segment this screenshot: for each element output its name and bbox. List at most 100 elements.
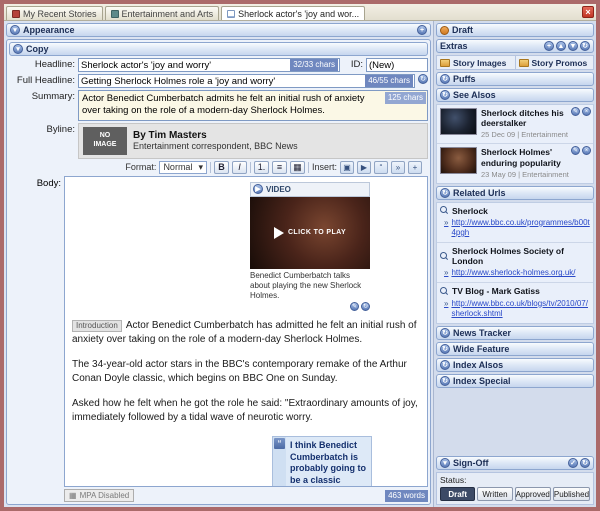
edit-icon[interactable]: ✎: [350, 302, 359, 311]
sign-off-header[interactable]: ▾ Sign-Off ✓ ↻: [436, 456, 594, 470]
list-item[interactable]: TV Blog - Mark Gatiss »http://www.bbc.co…: [437, 282, 593, 322]
status-approved-button[interactable]: Approved: [515, 487, 551, 501]
refresh-icon[interactable]: ↻: [418, 74, 428, 84]
status-draft-button[interactable]: Draft: [440, 487, 475, 501]
insert-image-icon[interactable]: ▣: [340, 161, 354, 174]
list-item[interactable]: Sherlock Holmes Society of London »http:…: [437, 242, 593, 282]
tab-entertainment-and-arts[interactable]: Entertainment and Arts: [105, 6, 220, 20]
list-item[interactable]: Sherlock »http://www.bbc.co.uk/programme…: [437, 203, 593, 242]
story-page-icon: [227, 10, 235, 18]
refresh-icon[interactable]: ↻: [580, 458, 590, 468]
headline-label: Headline:: [9, 58, 75, 70]
body-paragraph: IntroductionActor Benedict Cumberbatch h…: [72, 319, 420, 347]
refresh-icon[interactable]: ↻: [361, 302, 370, 311]
draft-header[interactable]: Draft: [436, 23, 594, 37]
see-alsos-header[interactable]: ↻ See Alsos: [436, 88, 594, 102]
toggle-icon[interactable]: ↻: [440, 376, 450, 386]
status-published-button[interactable]: Published: [553, 487, 590, 501]
collapse-icon[interactable]: ▾: [13, 44, 23, 54]
related-url[interactable]: http://www.sherlock-holmes.org.uk/: [451, 268, 575, 278]
byline-box[interactable]: NO IMAGE By Tim Masters Entertainment co…: [78, 123, 428, 159]
collapse-icon[interactable]: ▾: [10, 25, 20, 35]
add-icon[interactable]: +: [544, 41, 554, 51]
insert-link-icon[interactable]: »: [391, 161, 405, 174]
summary-textarea[interactable]: 125 chars Actor Benedict Cumberbatch adm…: [78, 90, 428, 121]
italic-button[interactable]: I: [232, 161, 247, 174]
table-icon[interactable]: ▦: [290, 161, 305, 174]
remove-icon[interactable]: ×: [582, 107, 591, 116]
id-field[interactable]: (New): [366, 58, 428, 72]
full-headline-input[interactable]: Getting Sherlock Holmes role a 'joy and …: [78, 74, 415, 88]
copy-section-header[interactable]: ▾ Copy: [9, 42, 428, 56]
editor-panel: ▾ Appearance + ▾ Copy Headline: Sherlock…: [4, 21, 433, 507]
tab-strip: My Recent Stories Entertainment and Arts…: [4, 4, 596, 21]
close-icon[interactable]: ×: [582, 6, 594, 18]
tab-story-promos[interactable]: Story Promos: [515, 56, 594, 69]
insert-more-icon[interactable]: +: [408, 161, 422, 174]
status-area: Status: Draft Written Approved Published: [436, 472, 594, 505]
toggle-icon[interactable]: ↻: [440, 188, 450, 198]
embedded-quote-block[interactable]: “ I think Benedict Cumberbatch is probab…: [272, 436, 372, 487]
format-label: Format:: [125, 162, 156, 172]
related-urls-header[interactable]: ↻ Related Urls: [436, 186, 594, 200]
body-row: Body: ▶ VIDEO CLICK TO PLAY Benedict: [9, 176, 428, 487]
insert-quote-icon[interactable]: “: [374, 161, 388, 174]
related-url[interactable]: http://www.bbc.co.uk/programmes/b00t4pgh: [451, 218, 590, 238]
bold-button[interactable]: B: [214, 161, 229, 174]
copy-title: Copy: [26, 44, 49, 54]
video-caption: Benedict Cumberbatch talks about playing…: [250, 269, 370, 302]
move-down-icon[interactable]: ▼: [568, 41, 578, 51]
toggle-icon[interactable]: ▾: [440, 458, 450, 468]
insert-video-icon[interactable]: ▶: [357, 161, 371, 174]
toggle-icon[interactable]: ↻: [440, 90, 450, 100]
section-icon: [111, 10, 119, 18]
tab-label: My Recent Stories: [23, 9, 97, 19]
play-icon: [274, 227, 284, 239]
appearance-title: Appearance: [23, 25, 75, 35]
search-icon: [440, 206, 449, 215]
expand-icon[interactable]: +: [417, 25, 427, 35]
sign-off-title: Sign-Off: [453, 458, 489, 468]
index-alsos-header[interactable]: ↻ Index Alsos: [436, 358, 594, 372]
wide-feature-header[interactable]: ↻ Wide Feature: [436, 342, 594, 356]
refresh-icon[interactable]: ↻: [580, 41, 590, 51]
section-title: Index Alsos: [453, 360, 503, 370]
status-written-button[interactable]: Written: [477, 487, 512, 501]
news-tracker-header[interactable]: ↻ News Tracker: [436, 326, 594, 340]
byline-row: Byline: NO IMAGE By Tim Masters Entertai…: [9, 123, 428, 159]
bullet-list-icon[interactable]: ≡: [272, 161, 287, 174]
format-select[interactable]: Normal ▾: [159, 161, 207, 174]
toggle-icon[interactable]: ↻: [440, 328, 450, 338]
remove-icon[interactable]: ×: [582, 146, 591, 155]
appearance-section-header[interactable]: ▾ Appearance +: [6, 23, 431, 37]
tab-sherlock-story[interactable]: Sherlock actor's 'joy and wor...: [221, 6, 365, 20]
puffs-header[interactable]: ↻ Puffs: [436, 72, 594, 86]
body-editor[interactable]: ▶ VIDEO CLICK TO PLAY Benedict Cumberbat…: [64, 176, 428, 487]
edit-icon[interactable]: ✎: [571, 146, 580, 155]
related-url[interactable]: http://www.bbc.co.uk/blogs/tv/2010/07/sh…: [451, 299, 590, 319]
no-image-text: NO: [100, 132, 111, 140]
index-special-header[interactable]: ↻ Index Special: [436, 374, 594, 388]
toggle-icon[interactable]: ↻: [440, 74, 450, 84]
byline-name: By Tim Masters: [133, 130, 298, 141]
tab-my-recent-stories[interactable]: My Recent Stories: [6, 6, 103, 20]
headline-input[interactable]: Sherlock actor's 'joy and worry' 32/33 c…: [78, 58, 340, 72]
toggle-icon[interactable]: ↻: [440, 344, 450, 354]
check-icon[interactable]: ✓: [568, 458, 578, 468]
move-up-icon[interactable]: ▲: [556, 41, 566, 51]
video-thumbnail[interactable]: CLICK TO PLAY: [250, 197, 370, 269]
list-item[interactable]: ✎ × Sherlock ditches his deerstalker 25 …: [437, 105, 593, 143]
status-label: Status:: [440, 475, 590, 485]
video-tag-label: VIDEO: [266, 184, 291, 195]
id-value: (New): [369, 60, 394, 71]
embedded-video-block[interactable]: ▶ VIDEO CLICK TO PLAY Benedict Cumberbat…: [250, 182, 370, 311]
edit-icon[interactable]: ✎: [571, 107, 580, 116]
tab-story-images[interactable]: Story Images: [437, 56, 515, 69]
headline-char-count: 32/33 chars: [290, 59, 338, 71]
toggle-icon[interactable]: ↻: [440, 360, 450, 370]
list-item[interactable]: ✎ × Sherlock Holmes' enduring popularity…: [437, 143, 593, 182]
extras-header[interactable]: Extras + ▲ ▼ ↻: [436, 39, 594, 53]
format-value: Normal: [163, 162, 192, 172]
word-count-badge: 463 words: [385, 490, 428, 502]
numbered-list-icon[interactable]: 1.: [254, 161, 269, 174]
